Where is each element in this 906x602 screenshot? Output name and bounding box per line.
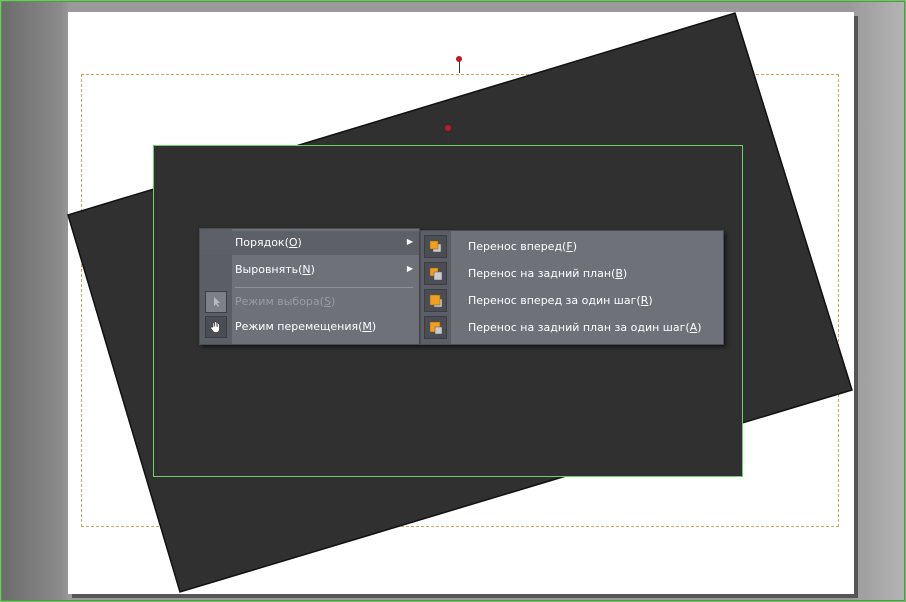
menu-item-align[interactable]: Выровнять(N) ▶ — [200, 258, 419, 282]
submenu-item-bring-to-front-label: Перенос вперед(F) — [468, 240, 577, 253]
bring-to-front-icon — [424, 235, 447, 258]
send-backward-icon — [424, 316, 447, 339]
submenu-item-bring-to-front[interactable]: Перенос вперед(F) — [421, 233, 723, 260]
context-menu: Порядок(O) ▶ Выровнять(N) ▶ Режим выбора… — [199, 228, 420, 345]
menu-item-order[interactable]: Порядок(O) ▶ — [200, 231, 419, 255]
submenu-arrow-icon: ▶ — [406, 264, 413, 273]
submenu-item-send-to-back[interactable]: Перенос на задний план(B) — [421, 260, 723, 287]
select-arrow-icon — [205, 291, 227, 313]
rotation-handle-inner[interactable] — [445, 125, 451, 131]
menu-item-order-label: Порядок(O) — [235, 236, 302, 249]
order-submenu: Перенос вперед(F) Перенос на задний план… — [420, 230, 724, 345]
menu-separator — [235, 287, 413, 288]
submenu-item-send-backward[interactable]: Перенос на задний план за один шаг(A) — [421, 314, 723, 341]
send-to-back-icon — [424, 262, 447, 285]
rotation-handle-outer[interactable] — [456, 56, 462, 62]
rotation-handle-stem — [459, 61, 460, 73]
submenu-item-send-backward-label: Перенос на задний план за один шаг(A) — [468, 321, 702, 334]
submenu-item-bring-forward-label: Перенос вперед за один шаг(R) — [468, 294, 653, 307]
submenu-arrow-icon: ▶ — [406, 237, 413, 246]
menu-item-move-mode-label: Режим перемещения(M) — [235, 320, 377, 333]
menu-item-select-mode-label: Режим выбора(S) — [235, 295, 336, 308]
rotation-handle-stem-inner — [448, 131, 449, 145]
submenu-item-send-to-back-label: Перенос на задний план(B) — [468, 267, 628, 280]
menu-item-align-label: Выровнять(N) — [235, 263, 315, 276]
hand-move-icon — [205, 316, 227, 338]
submenu-item-bring-forward[interactable]: Перенос вперед за один шаг(R) — [421, 287, 723, 314]
menu-item-select-mode: Режим выбора(S) — [200, 290, 419, 314]
menu-item-move-mode[interactable]: Режим перемещения(M) — [200, 315, 419, 339]
bring-forward-icon — [424, 289, 447, 312]
